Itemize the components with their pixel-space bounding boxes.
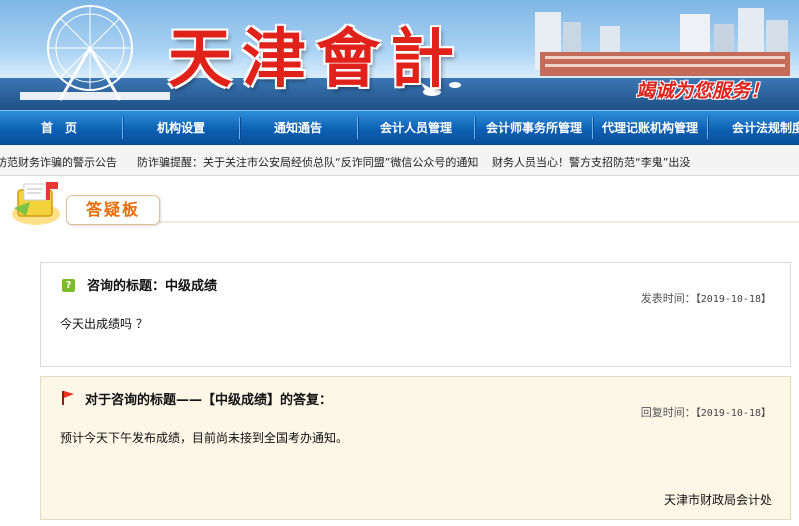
board-title: 答疑板 <box>66 195 160 225</box>
reply-date: 回复时间：【2019-10-18】 <box>641 404 771 420</box>
nav-item-regulations[interactable]: 会计法规制度 <box>712 111 799 145</box>
reply-title: 对于咨询的标题——【中级成绩】的答复： <box>85 393 333 408</box>
question-mark-icon: ? <box>62 279 75 292</box>
site-slogan: 竭诚为您服务！ <box>636 80 770 102</box>
question-date: 发表时间：【2019-10-18】 <box>641 290 771 306</box>
reply-content: 预计今天下午发布成绩，目前尚未接到全国考办通知。 <box>60 431 349 445</box>
question-date-value: 【2019-10-18】 <box>695 294 771 305</box>
ferris-wheel-graphic <box>47 5 133 101</box>
reply-date-value: 【2019-10-18】 <box>695 408 771 419</box>
red-flag-icon <box>62 391 74 405</box>
notice-item[interactable]: 防范财务诈骗的警示公告 <box>0 154 117 170</box>
nav-item-home[interactable]: 首 页 <box>0 111 118 145</box>
nav-item-agency-management[interactable]: 代理记账机构管理 <box>594 111 706 145</box>
main-nav: 首 页 机构设置 通知通告 会计人员管理 会计师事务所管理 代理记账机构管理 会… <box>0 110 799 146</box>
nav-item-notices[interactable]: 通知通告 <box>241 111 355 145</box>
site-banner: 天津會計 竭诚为您服务！ <box>0 0 799 110</box>
reply-signature: 天津市财政局会计处 <box>663 493 772 507</box>
question-date-label: 发表时间： <box>640 292 696 305</box>
notice-marquee: 防范财务诈骗的警示公告 防诈骗提醒：关于关注市公安局经侦总队“反诈同盟”微信公众… <box>0 145 799 176</box>
reply-card: 对于咨询的标题——【中级成绩】的答复： 回复时间：【2019-10-18】 预计… <box>40 376 791 520</box>
nav-item-accountant-management[interactable]: 会计人员管理 <box>359 111 473 145</box>
nav-item-firm-management[interactable]: 会计师事务所管理 <box>476 111 592 145</box>
notice-item[interactable]: 财务人员当心！警方支招防范“李鬼”出没 <box>492 154 690 170</box>
notice-item[interactable]: 防诈骗提醒：关于关注市公安局经侦总队“反诈同盟”微信公众号的通知 <box>137 154 478 170</box>
question-title: 咨询的标题：中级成绩 <box>87 279 218 294</box>
question-card: ? 咨询的标题：中级成绩 发表时间：【2019-10-18】 今天出成绩吗 ？ <box>40 262 791 367</box>
site-title: 天津會計 <box>168 22 464 97</box>
nav-separator <box>707 117 709 139</box>
question-content: 今天出成绩吗 ？ <box>60 317 148 331</box>
nav-item-organization[interactable]: 机构设置 <box>124 111 238 145</box>
city-buildings-graphic <box>535 8 790 76</box>
reply-date-label: 回复时间： <box>640 406 696 419</box>
